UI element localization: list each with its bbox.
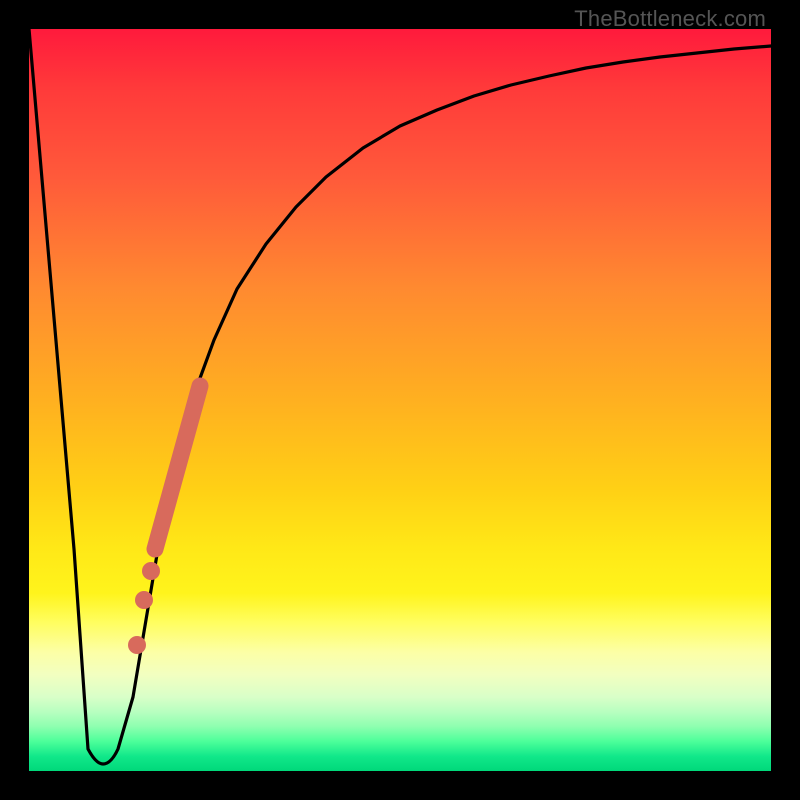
plot-area — [29, 29, 771, 771]
bottleneck-curve — [29, 29, 771, 764]
highlight-dot — [128, 636, 146, 654]
watermark-text: TheBottleneck.com — [574, 6, 766, 32]
highlight-dot — [135, 591, 153, 609]
highlight-segment — [155, 386, 200, 549]
highlight-dot — [142, 562, 160, 580]
chart-frame: TheBottleneck.com — [0, 0, 800, 800]
chart-svg — [29, 29, 771, 771]
